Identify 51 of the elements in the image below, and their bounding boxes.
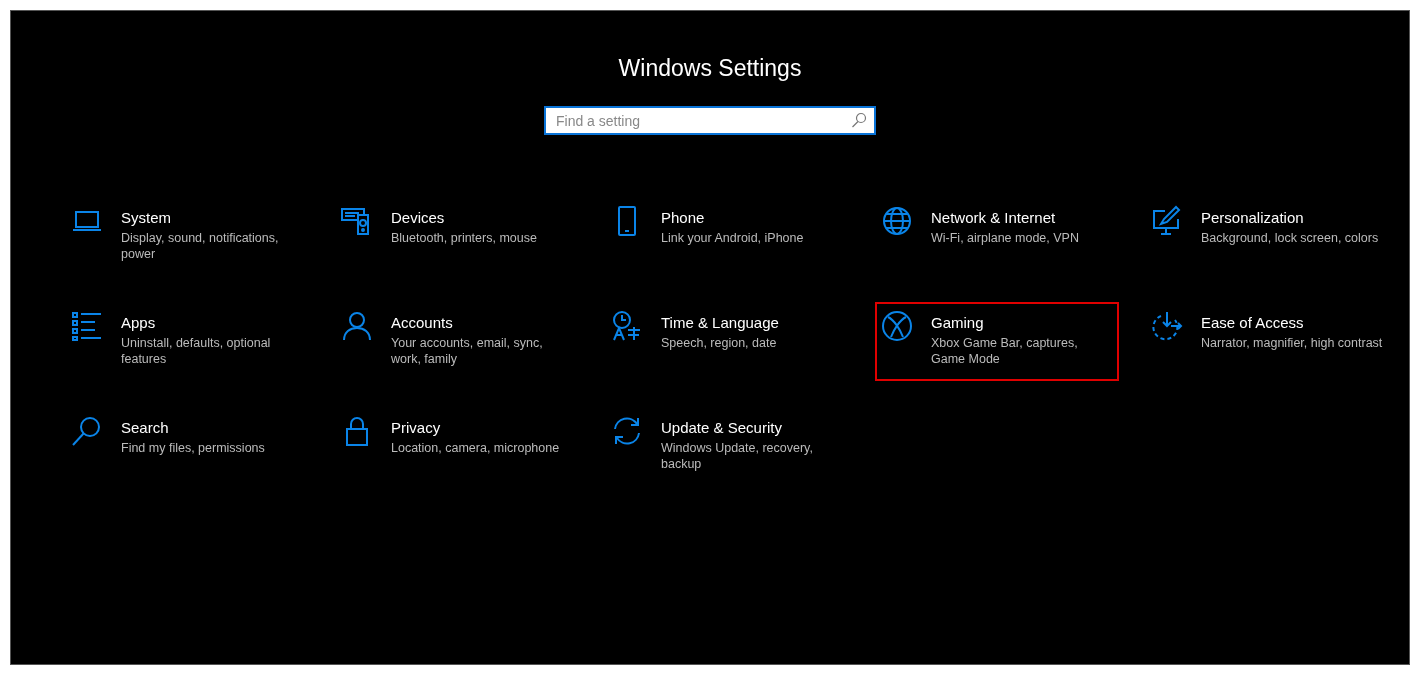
settings-category[interactable]: System Display, sound, notifications, power	[65, 197, 309, 276]
search-field[interactable]: Find a setting	[544, 106, 876, 135]
category-title: Personalization	[1201, 209, 1305, 226]
list-icon	[71, 310, 103, 342]
category-description: Uninstall, defaults, optional features	[121, 335, 272, 367]
category-description: Find my files, permissions	[121, 440, 265, 456]
category-description: Location, camera, microphone	[391, 440, 560, 456]
category-description: Your accounts, email, sync, work, family	[391, 335, 544, 367]
category-description: Speech, region, date	[661, 335, 778, 351]
clock-letter-icon	[611, 310, 643, 342]
settings-category[interactable]: Devices Bluetooth, printers, mouse	[335, 197, 579, 276]
settings-category[interactable]: Network & Internet Wi-Fi, airplane mode, VPN	[875, 197, 1119, 276]
category-description: Narrator, magnifier, high contrast	[1201, 335, 1383, 351]
dashed-circle-arrow-icon	[1151, 310, 1183, 342]
category-description: Windows Update, recovery, backup	[661, 440, 814, 472]
category-title: Update & Security	[661, 419, 783, 436]
settings-category[interactable]: Privacy Location, camera, microphone	[335, 407, 579, 486]
settings-category[interactable]: Ease of Access Narrator, magnifier, high contrast	[1145, 302, 1389, 381]
settings-category[interactable]: Apps Uninstall, defaults, optional features	[65, 302, 309, 381]
category-title: Devices	[391, 209, 446, 226]
category-description: Display, sound, notifications, power	[121, 230, 280, 262]
category-title: Gaming	[931, 314, 985, 331]
search-icon	[71, 415, 103, 447]
category-title: Privacy	[391, 419, 442, 436]
category-description: Xbox Game Bar, captures, Game Mode	[931, 335, 1079, 367]
category-title: System	[121, 209, 172, 226]
settings-category[interactable]: Update & Security Windows Update, recovery, backup	[605, 407, 849, 486]
globe-icon	[881, 205, 913, 237]
settings-category[interactable]: Time & Language Speech, region, date	[605, 302, 849, 381]
xbox-icon	[881, 310, 913, 342]
category-title: Ease of Access	[1201, 314, 1305, 331]
paintbrush-monitor-icon	[1151, 205, 1183, 237]
category-title: Accounts	[391, 314, 454, 331]
settings-category[interactable]: Gaming Xbox Game Bar, captures, Game Mode	[875, 302, 1119, 381]
window-title: Windows Settings	[618, 55, 802, 82]
category-title: Network & Internet	[931, 209, 1057, 226]
category-description: Bluetooth, printers, mouse	[391, 230, 537, 246]
settings-category[interactable]: Search Find my files, permissions	[65, 407, 309, 486]
category-title: Time & Language	[661, 314, 779, 331]
sync-arrows-icon	[611, 415, 643, 447]
category-description: Background, lock screen, colors	[1201, 230, 1379, 246]
settings-category[interactable]: Personalization Background, lock screen, colors	[1145, 197, 1389, 276]
category-description: Link your Android, iPhone	[661, 230, 804, 246]
category-title: Apps	[121, 314, 157, 331]
settings-category[interactable]: Accounts Your accounts, email, sync, work, family	[335, 302, 579, 381]
category-title: Search	[121, 419, 170, 436]
category-description: Wi-Fi, airplane mode, VPN	[931, 230, 1079, 246]
settings-category[interactable]: Phone Link your Android, iPhone	[605, 197, 849, 276]
category-title: Phone	[661, 209, 706, 226]
person-icon	[341, 310, 373, 342]
search-icon	[851, 112, 867, 128]
